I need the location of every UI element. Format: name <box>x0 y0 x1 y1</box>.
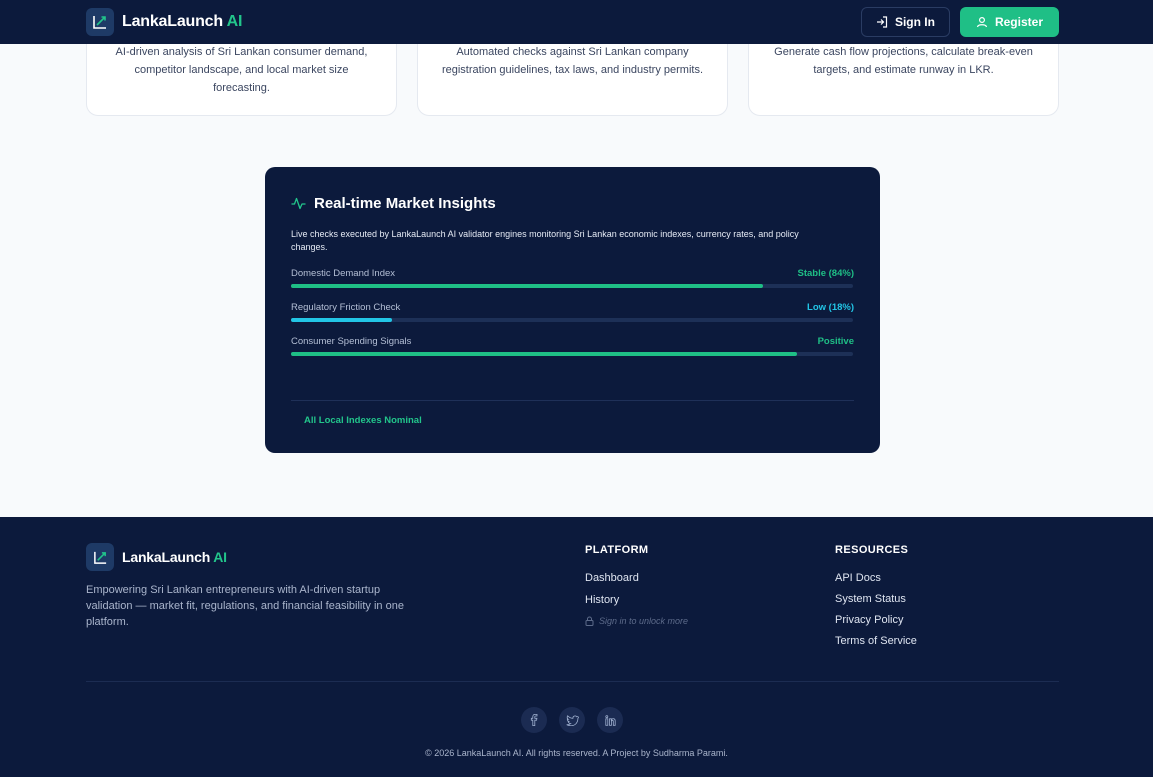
sign-in-label: Sign In <box>894 15 935 29</box>
insights-description: Live checks executed by LankaLaunch AI v… <box>291 229 799 252</box>
locked-note-text: Sign in to unlock more <box>599 616 689 626</box>
linkedin-icon[interactable] <box>597 707 623 733</box>
metric-fill <box>291 284 764 288</box>
footer-heading: RESOURCES <box>835 544 909 556</box>
feature-text: AI-driven analysis of Sri Lankan consume… <box>115 46 368 94</box>
brand-logo[interactable]: LankaLaunch AI <box>86 8 242 36</box>
metric-track <box>291 352 853 356</box>
top-navbar: LankaLaunch AI Sign In Register <box>0 0 1153 44</box>
footer-link-privacy[interactable]: Privacy Policy <box>835 614 917 626</box>
metric-track <box>291 284 853 288</box>
footer-brand-name: LankaLaunch AI <box>122 549 227 565</box>
metric-label: Domestic Demand Index <box>291 268 396 279</box>
market-insights-panel: Real-time Market Insights Live checks ex… <box>265 167 880 453</box>
footer-link-api-docs[interactable]: API Docs <box>835 572 917 584</box>
footer-resources-column: RESOURCES API Docs System Status Privacy… <box>835 544 917 656</box>
metric-label: Regulatory Friction Check <box>291 302 401 313</box>
metric-value: Low (18%) <box>807 302 854 313</box>
insights-title: Real-time Market Insights <box>314 195 496 212</box>
metric-row: Regulatory Friction Check Low (18%) <box>291 302 854 322</box>
locked-note: Sign in to unlock more <box>585 616 688 626</box>
facebook-icon[interactable] <box>521 707 547 733</box>
copyright-text: © 2026 LankaLaunch AI. All rights reserv… <box>425 748 728 758</box>
register-label: Register <box>994 15 1043 29</box>
site-footer: LankaLaunch AI Empowering Sri Lankan ent… <box>0 517 1153 777</box>
feature-text: Automated checks against Sri Lankan comp… <box>441 46 704 76</box>
metric-row: Consumer Spending Signals Positive <box>291 336 854 356</box>
insights-status: All Local Indexes Nominal <box>304 415 422 426</box>
footer-link-system-status[interactable]: System Status <box>835 593 917 605</box>
trending-up-icon <box>86 8 114 36</box>
feature-text: Generate cash flow projections, calculat… <box>774 46 1033 76</box>
metric-track <box>291 318 853 322</box>
metric-label: Consumer Spending Signals <box>291 336 412 347</box>
twitter-icon[interactable] <box>559 707 585 733</box>
divider <box>86 681 1059 682</box>
trending-up-icon <box>86 543 114 571</box>
activity-icon <box>291 197 306 210</box>
metric-fill <box>291 318 393 322</box>
brand-name: LankaLaunch AI <box>122 13 243 30</box>
metric-fill <box>291 352 797 356</box>
social-links <box>521 707 623 733</box>
footer-description: Empowering Sri Lankan entrepreneurs with… <box>86 584 404 628</box>
footer-heading: PLATFORM <box>585 544 649 556</box>
metric-value: Positive <box>817 336 854 347</box>
footer-link-terms[interactable]: Terms of Service <box>835 635 917 647</box>
footer-link-dashboard[interactable]: Dashboard <box>585 572 688 584</box>
sign-in-icon <box>876 16 888 28</box>
divider <box>291 400 854 401</box>
footer-brand[interactable]: LankaLaunch AI <box>86 543 227 571</box>
footer-platform-column: PLATFORM Dashboard History Sign in to un… <box>585 544 688 626</box>
metric-row: Domestic Demand Index Stable (84%) <box>291 268 854 288</box>
lock-icon <box>585 616 594 626</box>
register-button[interactable]: Register <box>959 7 1059 37</box>
sign-in-button[interactable]: Sign In <box>860 7 950 37</box>
user-icon <box>976 16 988 28</box>
metric-value: Stable (84%) <box>797 268 855 279</box>
footer-link-history[interactable]: History <box>585 594 688 606</box>
